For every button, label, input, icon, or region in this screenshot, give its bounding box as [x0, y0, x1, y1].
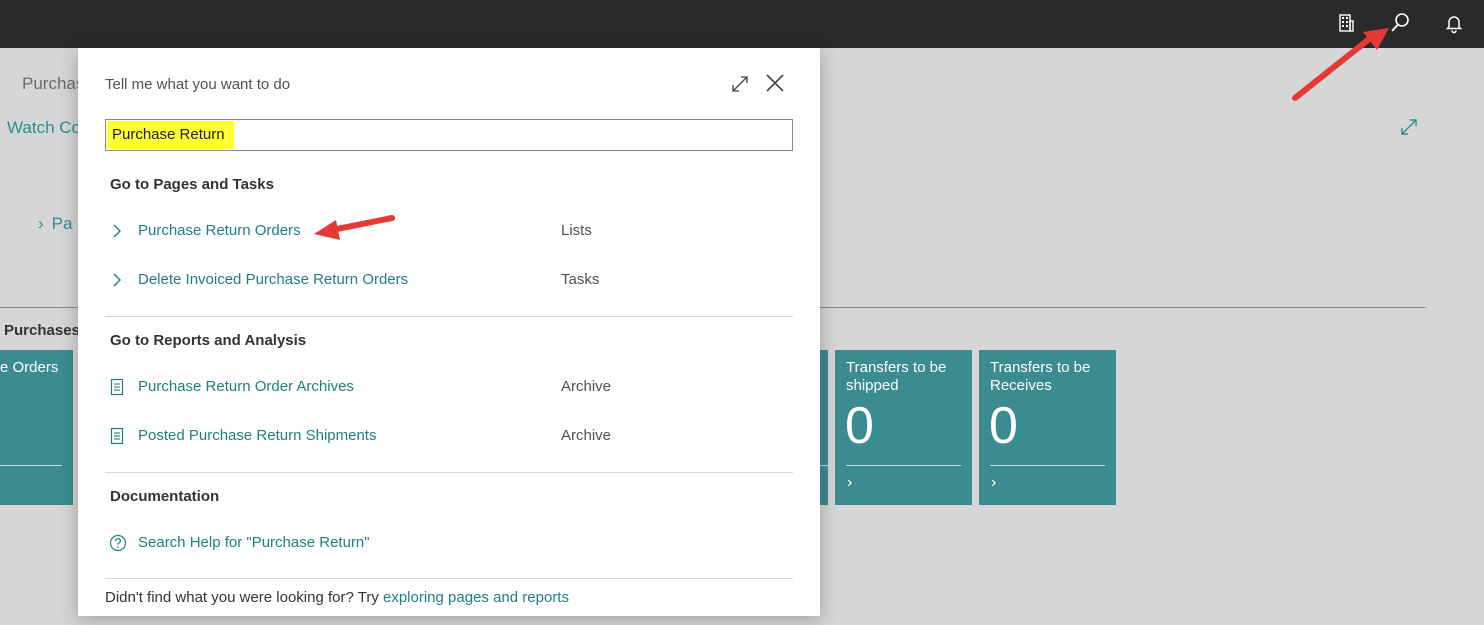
result-label: Search Help for "Purchase Return": [138, 534, 370, 551]
tile-value: 0: [989, 397, 1018, 455]
tell-me-dialog: Tell me what you want to do Purchase Ret…: [78, 48, 820, 616]
chevron-right-icon: [110, 222, 124, 240]
result-label: Delete Invoiced Purchase Return Orders: [138, 271, 409, 288]
section-divider: [105, 316, 793, 317]
report-icon: [110, 427, 124, 445]
result-category: Archive: [561, 378, 612, 395]
report-icon: [110, 378, 124, 396]
page-title: Purchas: [22, 74, 85, 93]
search-field[interactable]: Purchase Return: [105, 119, 793, 151]
footer-text: Didn't find what you were looking for? T…: [105, 589, 383, 606]
tile-title: Transfers to be shipped: [846, 359, 947, 394]
dialog-title: Tell me what you want to do: [105, 76, 291, 93]
help-icon: [109, 534, 127, 552]
result-label: Posted Purchase Return Shipments: [138, 427, 377, 444]
watch-link[interactable]: Watch Co: [7, 118, 81, 138]
nav-item-label: Pa: [51, 214, 73, 233]
close-icon[interactable]: [765, 73, 785, 93]
cue-tile[interactable]: e Orders: [0, 350, 73, 505]
top-app-bar: [0, 0, 1484, 48]
tile-value: 0: [845, 397, 874, 455]
result-item[interactable]: Search Help for "Purchase Return": [109, 529, 793, 557]
search-icon[interactable]: [1389, 12, 1411, 34]
result-item[interactable]: Delete Invoiced Purchase Return Orders T…: [110, 266, 793, 294]
section-divider: [105, 472, 793, 473]
chevron-right-icon: ›: [991, 474, 997, 491]
result-category: Archive: [561, 427, 612, 444]
chevron-right-icon: ›: [38, 214, 44, 233]
dialog-footer: Didn't find what you were looking for? T…: [105, 589, 569, 606]
section-heading-documentation: Documentation: [110, 488, 220, 505]
result-label: Purchase Return Orders: [138, 222, 301, 239]
section-label: Purchases: [4, 322, 80, 339]
tile-title: Transfers to be Receives: [990, 359, 1091, 394]
section-heading-reports-analysis: Go to Reports and Analysis: [110, 332, 307, 349]
tile-divider: [990, 465, 1105, 466]
result-item[interactable]: Purchase Return Orders Lists: [110, 217, 793, 245]
result-item[interactable]: Purchase Return Order Archives Archive: [110, 373, 793, 401]
result-category: Tasks: [561, 271, 600, 288]
tile-divider: [0, 465, 62, 466]
search-input[interactable]: [106, 120, 792, 150]
chevron-right-icon: [110, 271, 124, 289]
tile-divider: [846, 465, 961, 466]
tile-title: e Orders: [0, 359, 59, 376]
result-label: Purchase Return Order Archives: [138, 378, 354, 395]
explore-pages-link[interactable]: exploring pages and reports: [383, 589, 569, 606]
cue-tile[interactable]: Transfers to be Receives 0 ›: [979, 350, 1116, 505]
company-icon[interactable]: [1335, 12, 1357, 34]
section-heading-pages-tasks: Go to Pages and Tasks: [110, 176, 274, 193]
cue-tile[interactable]: Transfers to be shipped 0 ›: [835, 350, 972, 505]
expand-icon[interactable]: [1399, 117, 1419, 137]
nav-item[interactable]: › Pa: [38, 214, 72, 234]
result-item[interactable]: Posted Purchase Return Shipments Archive: [110, 422, 793, 450]
notification-bell-icon[interactable]: [1443, 12, 1465, 34]
footer-divider: [105, 578, 793, 579]
expand-icon[interactable]: [730, 74, 750, 94]
result-category: Lists: [561, 222, 592, 239]
chevron-right-icon: ›: [847, 474, 853, 491]
